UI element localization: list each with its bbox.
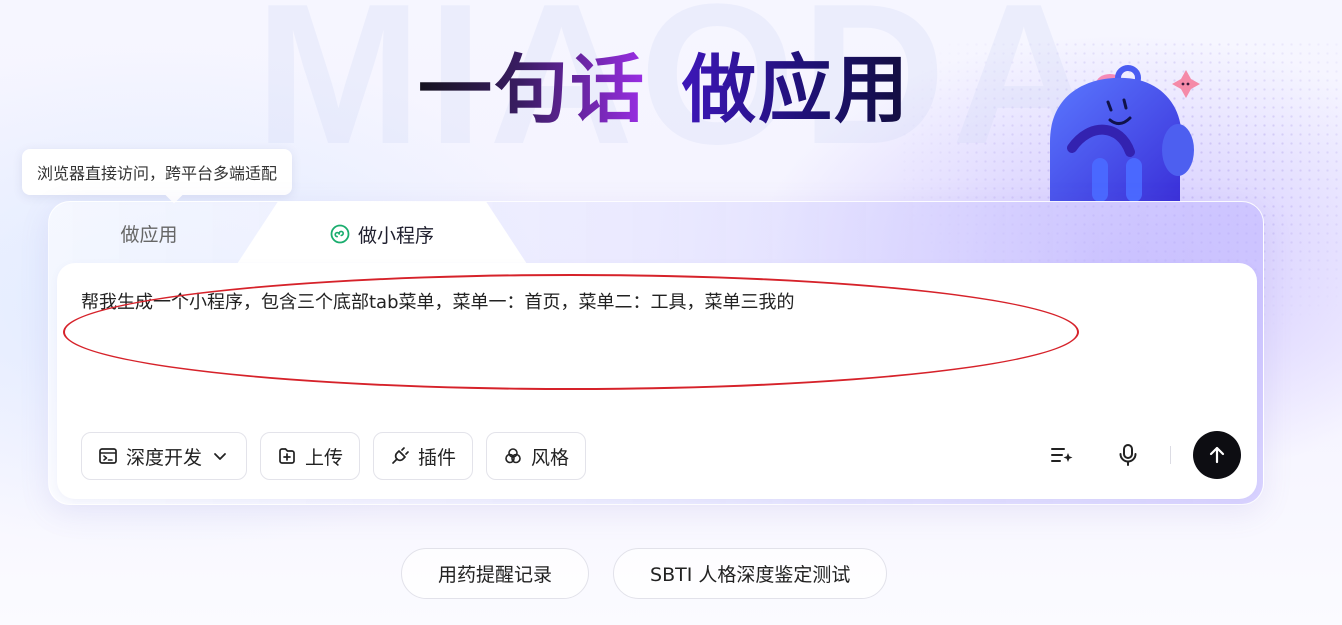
tab-make-app-label: 做应用 — [120, 223, 178, 246]
plug-icon — [392, 447, 409, 464]
headline-part-2: 做应用 — [682, 30, 910, 137]
tab-tooltip: 浏览器直接访问，跨平台多端适配 — [22, 149, 293, 195]
upload-button[interactable]: 上传 — [260, 432, 361, 480]
suggestion-chip[interactable]: SBTI 人格深度鉴定测试 — [613, 548, 888, 599]
plugin-label: 插件 — [418, 446, 457, 469]
prompt-input-area[interactable]: 帮我生成一个小程序，包含三个底部tab菜单，菜单一：首页，菜单二：工具，菜单三我… — [57, 263, 1257, 499]
mode-label: 深度开发 — [126, 446, 203, 469]
arrow-up-icon — [1209, 446, 1225, 464]
page-headline: 一句话 做应用 — [418, 40, 910, 133]
tooltip-text: 浏览器直接访问，跨平台多端适配 — [37, 164, 278, 183]
plugin-button[interactable]: 插件 — [373, 432, 474, 480]
tab-make-miniprogram[interactable]: 做小程序 — [237, 202, 527, 264]
style-circles-icon — [505, 448, 521, 464]
headline-part-1: 一句话 — [418, 30, 646, 137]
tab-make-app[interactable]: 做应用 — [49, 202, 249, 264]
send-button[interactable] — [1193, 431, 1241, 479]
terminal-icon — [99, 448, 117, 464]
tab-make-miniprogram-label: 做小程序 — [357, 224, 434, 247]
upload-file-icon — [279, 448, 295, 464]
style-label: 风格 — [531, 446, 570, 469]
microphone-icon — [1119, 444, 1137, 466]
prompt-optimize-button[interactable] — [1040, 433, 1084, 477]
toolbar-divider — [1170, 446, 1171, 464]
upload-label: 上传 — [305, 446, 344, 469]
miniprogram-icon — [330, 224, 350, 244]
sparkle-icon — [1172, 70, 1200, 98]
list-sparkle-icon — [1051, 448, 1073, 462]
voice-input-button[interactable] — [1106, 433, 1150, 477]
chevron-down-icon — [214, 453, 226, 460]
suggestion-chips: 用药提醒记录 SBTI 人格深度鉴定测试 — [401, 548, 888, 599]
mode-dropdown-button[interactable]: 深度开发 — [81, 432, 248, 480]
prompt-text: 帮我生成一个小程序，包含三个底部tab菜单，菜单一：首页，菜单二：工具，菜单三我… — [81, 292, 795, 313]
right-tools — [1040, 430, 1241, 480]
input-toolbar: 深度开发 上传 插件 风格 — [81, 432, 587, 480]
prompt-textarea[interactable]: 帮我生成一个小程序，包含三个底部tab菜单，菜单一：首页，菜单二：工具，菜单三我… — [63, 274, 1079, 390]
suggestion-chip[interactable]: 用药提醒记录 — [401, 548, 590, 599]
prompt-card: 做应用 做小程序 帮我生成一个小程序，包含三个底部tab菜单，菜单一：首页，菜单… — [48, 201, 1264, 505]
style-button[interactable]: 风格 — [486, 432, 587, 480]
